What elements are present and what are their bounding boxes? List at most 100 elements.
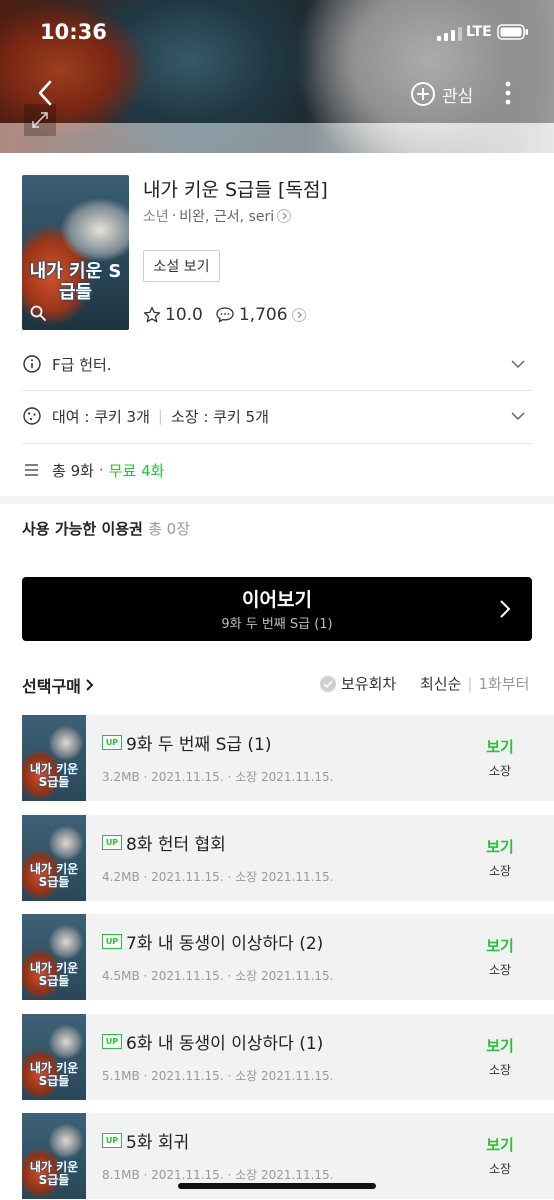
owned-status: 소장 — [488, 1162, 512, 1176]
select-purchase-button[interactable]: 선택구매 — [22, 673, 95, 697]
episode-thumbnail: 내가 키운 S급들 — [22, 715, 86, 801]
owned-filter-toggle[interactable]: 보유회차 — [320, 673, 396, 694]
banner-strip — [0, 123, 554, 153]
rating-value: 10.0 — [165, 305, 203, 325]
episode-row[interactable]: 내가 키운 S급들 UP 8화 헌터 협회 4.2MB · 2021.11.15… — [22, 815, 554, 901]
owned-status: 소장 — [488, 864, 512, 878]
owned-filter-label: 보유회차 — [341, 675, 397, 693]
view-button[interactable]: 보기 — [480, 736, 520, 757]
meta-separator: · — [171, 208, 177, 224]
price-separator: | — [157, 407, 163, 425]
continue-subtitle: 9화 두 번째 S급 (1) — [221, 617, 333, 632]
battery-icon — [497, 24, 529, 44]
episode-thumbnail: 내가 키운 S급들 — [22, 914, 86, 1000]
episode-count-row: 총 9화 · 무료 4화 — [22, 456, 532, 484]
work-title: 내가 키운 S급들 [독점] — [143, 179, 328, 201]
sort-latest[interactable]: 최신순 — [420, 675, 461, 693]
view-button[interactable]: 보기 — [480, 1035, 520, 1056]
episode-meta: 4.2MB · 2021.11.15. · 소장 2021.11.15. — [102, 870, 334, 884]
episode-meta: 4.5MB · 2021.11.15. · 소장 2021.11.15. — [102, 969, 334, 983]
genre-label: 소년 — [143, 209, 169, 225]
favorite-button[interactable]: 관심 — [410, 80, 473, 108]
thumb-title: 내가 키운 S급들 — [29, 1160, 79, 1187]
chevron-down-icon — [511, 360, 525, 369]
up-badge: UP — [102, 735, 122, 750]
view-button[interactable]: 보기 — [480, 836, 520, 857]
star-icon — [143, 306, 161, 323]
price-row[interactable]: 대여 : 쿠키 3개 | 소장 : 쿠키 5개 — [22, 402, 532, 430]
plus-circle-icon — [411, 82, 435, 106]
cookie-icon — [23, 407, 41, 425]
authors-label: 비완, 근서, seri — [179, 209, 275, 225]
chevron-right-icon[interactable] — [291, 308, 306, 322]
owned-status: 소장 — [488, 1063, 512, 1077]
episode-thumbnail: 내가 키운 S급들 — [22, 1014, 86, 1100]
synopsis-text: F급 헌터. — [52, 355, 112, 374]
continue-reading-button[interactable]: 이어보기 9화 두 번째 S급 (1) — [22, 577, 532, 641]
chevron-left-icon — [38, 80, 52, 106]
episode-meta: 5.1MB · 2021.11.15. · 소장 2021.11.15. — [102, 1069, 334, 1083]
usable-pass: 사용 가능한 이용권 총 0장 — [22, 518, 190, 539]
up-badge: UP — [102, 835, 122, 850]
thumb-title: 내가 키운 S급들 — [29, 862, 79, 889]
episode-title: 8화 헌터 협회 — [126, 835, 226, 855]
synopsis-row[interactable]: F급 헌터. — [22, 350, 532, 378]
episode-row[interactable]: 내가 키운 S급들 UP 9화 두 번째 S급 (1) 3.2MB · 2021… — [22, 715, 554, 801]
cover-image[interactable]: 내가 키운 S급들 — [22, 175, 129, 330]
status-bar: 10:36 LTE — [0, 0, 554, 64]
thumb-title: 내가 키운 S급들 — [29, 762, 79, 789]
episode-title: 9화 두 번째 S급 (1) — [126, 735, 272, 755]
list-icon — [25, 464, 38, 476]
pass-label: 사용 가능한 이용권 — [22, 520, 143, 538]
episode-thumbnail: 내가 키운 S급들 — [22, 815, 86, 901]
pass-count: 총 0장 — [148, 520, 191, 538]
comment-icon — [216, 307, 234, 323]
episodes-free: 무료 4화 — [108, 461, 165, 480]
view-novel-button[interactable]: 소설 보기 — [143, 250, 220, 282]
episode-row[interactable]: 내가 키운 S급들 UP 6화 내 동생이 이상하다 (1) 5.1MB · 2… — [22, 1014, 554, 1100]
episode-thumbnail: 내가 키운 S급들 — [22, 1113, 86, 1199]
section-divider — [0, 496, 554, 504]
episode-row[interactable]: 내가 키운 S급들 UP 7화 내 동생이 이상하다 (2) 4.5MB · 2… — [22, 914, 554, 1000]
thumb-title: 내가 키운 S급들 — [29, 961, 79, 988]
work-stats: 10.0 1,706 — [143, 305, 306, 325]
up-badge: UP — [102, 1034, 122, 1049]
thumb-title: 내가 키운 S급들 — [29, 1061, 79, 1088]
home-indicator[interactable] — [178, 1183, 376, 1189]
sort-first[interactable]: 1화부터 — [478, 675, 529, 693]
check-circle-icon — [320, 675, 336, 692]
up-badge: UP — [102, 934, 122, 949]
owned-status: 소장 — [488, 963, 512, 977]
info-icon — [23, 355, 41, 373]
divider — [22, 443, 532, 444]
chevron-right-icon — [500, 600, 511, 618]
cover-title: 내가 키운 S급들 — [29, 261, 122, 303]
more-vertical-icon — [505, 81, 511, 105]
sort-separator: | — [467, 675, 473, 693]
episodes-total: 총 9화 — [52, 461, 94, 480]
divider — [22, 390, 532, 391]
chevron-right-icon — [86, 679, 94, 691]
count-separator: · — [98, 461, 104, 479]
chevron-right-icon — [277, 209, 292, 223]
work-meta[interactable]: 소년 · 비완, 근서, seri — [143, 206, 292, 226]
search-icon[interactable] — [30, 305, 46, 321]
expand-icon[interactable] — [24, 104, 56, 136]
network-label: LTE — [466, 24, 492, 40]
episode-title: 7화 내 동생이 이상하다 (2) — [126, 934, 324, 954]
select-purchase-label: 선택구매 — [22, 677, 81, 696]
back-button[interactable] — [30, 78, 60, 108]
comment-count[interactable]: 1,706 — [239, 305, 288, 325]
purchase-price: 소장 : 쿠키 5개 — [170, 407, 269, 426]
view-button[interactable]: 보기 — [480, 935, 520, 956]
up-badge: UP — [102, 1133, 122, 1148]
episode-title: 5화 회귀 — [126, 1133, 190, 1153]
owned-status: 소장 — [488, 764, 512, 778]
sort-options: 최신순 | 1화부터 — [420, 673, 529, 694]
episode-meta: 8.1MB · 2021.11.15. · 소장 2021.11.15. — [102, 1168, 334, 1182]
view-button[interactable]: 보기 — [480, 1134, 520, 1155]
more-options-button[interactable] — [498, 78, 518, 108]
favorite-label: 관심 — [442, 86, 474, 107]
rental-price: 대여 : 쿠키 3개 — [52, 407, 150, 426]
episode-title: 6화 내 동생이 이상하다 (1) — [126, 1034, 324, 1054]
